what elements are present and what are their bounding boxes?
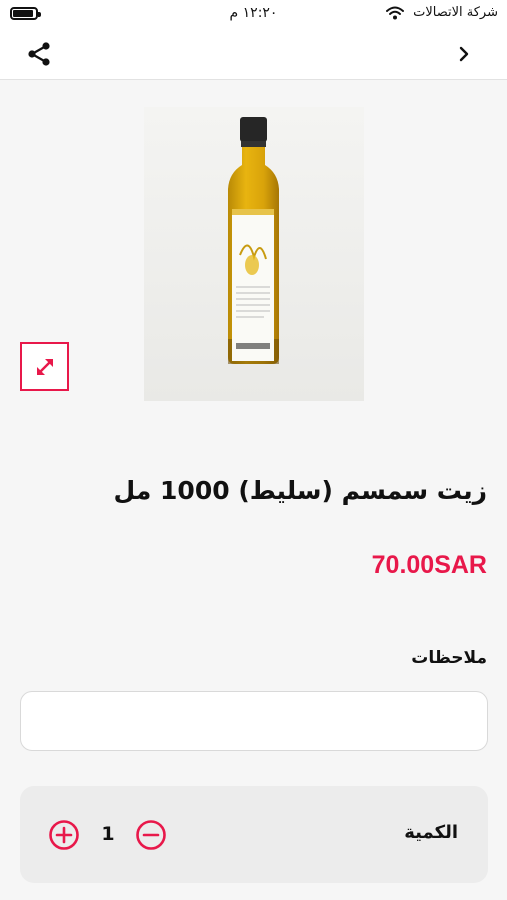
quantity-plus-button[interactable] bbox=[48, 819, 80, 851]
share-button[interactable] bbox=[24, 39, 54, 69]
notes-label: ملاحظات bbox=[411, 648, 487, 668]
oil-bottle-image bbox=[144, 107, 364, 401]
chevron-right-icon bbox=[459, 46, 469, 62]
back-button[interactable] bbox=[451, 41, 477, 67]
notes-input[interactable] bbox=[20, 691, 488, 751]
carrier-name: شركة الاتصالات bbox=[413, 5, 498, 20]
product-title: زيت سمسم (سليط) 1000 مل bbox=[113, 476, 487, 505]
top-navigation-bar bbox=[0, 28, 507, 80]
status-bar: ١٢:٢٠ م شركة الاتصالات bbox=[0, 0, 507, 28]
quantity-label: الكمية bbox=[404, 822, 458, 843]
expand-diagonal-icon bbox=[36, 358, 53, 375]
product-image[interactable] bbox=[144, 107, 364, 401]
zoom-image-button[interactable] bbox=[20, 342, 69, 391]
product-price: 70.00SAR bbox=[371, 551, 487, 579]
quantity-panel: الكمية 1 bbox=[20, 786, 488, 883]
share-icon bbox=[28, 42, 50, 66]
wifi-icon bbox=[386, 6, 404, 20]
quantity-minus-button[interactable] bbox=[135, 819, 167, 851]
quantity-value: 1 bbox=[101, 823, 115, 845]
